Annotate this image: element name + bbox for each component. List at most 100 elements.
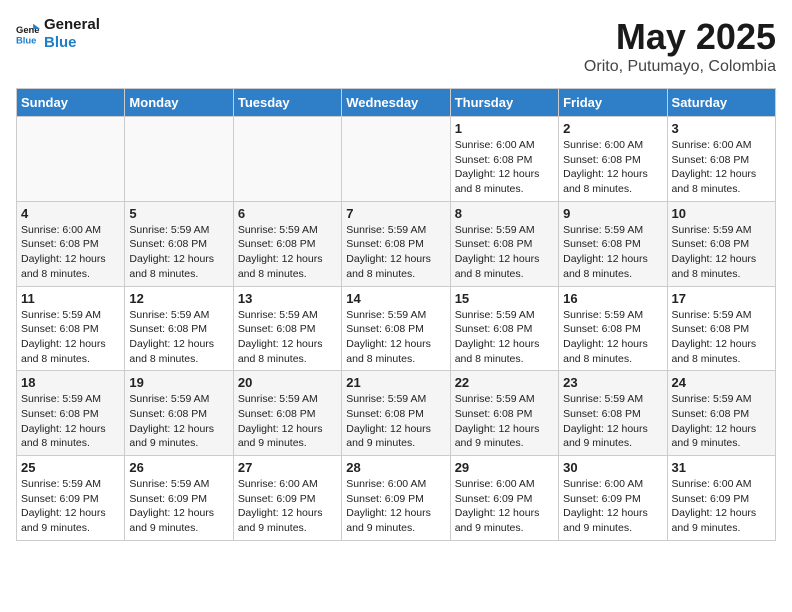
calendar-day-cell: 20Sunrise: 5:59 AM Sunset: 6:08 PM Dayli… [233, 371, 341, 456]
weekday-header: Friday [559, 89, 667, 117]
header: General Blue General Blue May 2025 Orito… [16, 16, 776, 76]
calendar-week-row: 4 Sunrise: 6:00 AM Sunset: 6:08 PM Daylig… [17, 201, 776, 286]
day-number: 31 [672, 460, 771, 475]
calendar-day-cell: 2 Sunrise: 6:00 AM Sunset: 6:08 PM Daylig… [559, 117, 667, 202]
day-info: Sunrise: 6:00 AM Sunset: 6:09 PM Dayligh… [563, 477, 662, 536]
calendar-day-cell: 8Sunrise: 5:59 AM Sunset: 6:08 PM Daylig… [450, 201, 558, 286]
day-number: 7 [346, 206, 445, 221]
calendar-day-cell: 15 Sunrise: 5:59 AM Sunset: 6:08 PM Dayli… [450, 286, 558, 371]
calendar-header-row: SundayMondayTuesdayWednesdayThursdayFrid… [17, 89, 776, 117]
calendar-day-cell: 12 Sunrise: 5:59 AM Sunset: 6:08 PM Dayli… [125, 286, 233, 371]
day-number: 26 [129, 460, 228, 475]
day-info: Sunrise: 5:59 AM Sunset: 6:08 PM Dayligh… [238, 223, 337, 282]
day-number: 9 [563, 206, 662, 221]
calendar-day-cell: 24 Sunrise: 5:59 AM Sunset: 6:08 PM Dayli… [667, 371, 775, 456]
calendar-day-cell: 21 Sunrise: 5:59 AM Sunset: 6:08 PM Dayli… [342, 371, 450, 456]
day-number: 12 [129, 291, 228, 306]
day-number: 24 [672, 375, 771, 390]
day-number: 20 [238, 375, 337, 390]
weekday-header: Monday [125, 89, 233, 117]
day-info: Sunrise: 5:59 AM Sunset: 6:08 PM Dayligh… [346, 308, 445, 367]
day-number: 21 [346, 375, 445, 390]
day-number: 2 [563, 121, 662, 136]
day-number: 10 [672, 206, 771, 221]
weekday-header: Thursday [450, 89, 558, 117]
subtitle: Orito, Putumayo, Colombia [584, 58, 776, 76]
day-info: Sunrise: 5:59 AM Sunset: 6:08 PM Dayligh… [129, 308, 228, 367]
day-number: 5 [129, 206, 228, 221]
calendar-day-cell [17, 117, 125, 202]
calendar-week-row: 1 Sunrise: 6:00 AM Sunset: 6:08 PM Daylig… [17, 117, 776, 202]
day-info: Sunrise: 5:59 AM Sunset: 6:08 PM Dayligh… [129, 223, 228, 282]
day-number: 27 [238, 460, 337, 475]
calendar-day-cell [125, 117, 233, 202]
day-number: 3 [672, 121, 771, 136]
calendar-day-cell: 14 Sunrise: 5:59 AM Sunset: 6:08 PM Dayli… [342, 286, 450, 371]
day-info: Sunrise: 5:59 AM Sunset: 6:09 PM Dayligh… [129, 477, 228, 536]
day-number: 29 [455, 460, 554, 475]
day-info: Sunrise: 5:59 AM Sunset: 6:08 PM Dayligh… [129, 392, 228, 451]
calendar-day-cell: 7 Sunrise: 5:59 AM Sunset: 6:08 PM Daylig… [342, 201, 450, 286]
svg-text:Blue: Blue [16, 34, 36, 45]
weekday-header: Sunday [17, 89, 125, 117]
calendar-day-cell: 6 Sunrise: 5:59 AM Sunset: 6:08 PM Daylig… [233, 201, 341, 286]
day-number: 22 [455, 375, 554, 390]
day-info: Sunrise: 5:59 AM Sunset: 6:09 PM Dayligh… [21, 477, 120, 536]
day-info: Sunrise: 6:00 AM Sunset: 6:09 PM Dayligh… [455, 477, 554, 536]
day-number: 28 [346, 460, 445, 475]
calendar-day-cell: 29 Sunrise: 6:00 AM Sunset: 6:09 PM Dayli… [450, 456, 558, 541]
calendar-day-cell: 3Sunrise: 6:00 AM Sunset: 6:08 PM Daylig… [667, 117, 775, 202]
calendar-day-cell: 9 Sunrise: 5:59 AM Sunset: 6:08 PM Daylig… [559, 201, 667, 286]
calendar-week-row: 11 Sunrise: 5:59 AM Sunset: 6:08 PM Dayli… [17, 286, 776, 371]
day-info: Sunrise: 6:00 AM Sunset: 6:09 PM Dayligh… [238, 477, 337, 536]
day-number: 13 [238, 291, 337, 306]
day-number: 14 [346, 291, 445, 306]
day-info: Sunrise: 6:00 AM Sunset: 6:09 PM Dayligh… [346, 477, 445, 536]
calendar-day-cell: 25 Sunrise: 5:59 AM Sunset: 6:09 PM Dayli… [17, 456, 125, 541]
calendar-day-cell: 31Sunrise: 6:00 AM Sunset: 6:09 PM Dayli… [667, 456, 775, 541]
day-info: Sunrise: 5:59 AM Sunset: 6:08 PM Dayligh… [563, 308, 662, 367]
day-number: 8 [455, 206, 554, 221]
calendar-day-cell: 28 Sunrise: 6:00 AM Sunset: 6:09 PM Dayli… [342, 456, 450, 541]
day-info: Sunrise: 5:59 AM Sunset: 6:08 PM Dayligh… [455, 392, 554, 451]
calendar-day-cell: 13 Sunrise: 5:59 AM Sunset: 6:08 PM Dayli… [233, 286, 341, 371]
calendar-day-cell: 5 Sunrise: 5:59 AM Sunset: 6:08 PM Daylig… [125, 201, 233, 286]
day-info: Sunrise: 5:59 AM Sunset: 6:08 PM Dayligh… [672, 392, 771, 451]
weekday-header: Saturday [667, 89, 775, 117]
day-info: Sunrise: 6:00 AM Sunset: 6:08 PM Dayligh… [563, 138, 662, 197]
day-info: Sunrise: 5:59 AM Sunset: 6:08 PM Dayligh… [346, 392, 445, 451]
day-number: 6 [238, 206, 337, 221]
logo: General Blue General Blue [16, 16, 100, 52]
weekday-header: Wednesday [342, 89, 450, 117]
logo-line2: Blue [44, 34, 100, 52]
calendar-day-cell: 18Sunrise: 5:59 AM Sunset: 6:08 PM Dayli… [17, 371, 125, 456]
calendar: SundayMondayTuesdayWednesdayThursdayFrid… [16, 88, 776, 541]
day-info: Sunrise: 6:00 AM Sunset: 6:08 PM Dayligh… [21, 223, 120, 282]
calendar-day-cell: 4 Sunrise: 6:00 AM Sunset: 6:08 PM Daylig… [17, 201, 125, 286]
calendar-day-cell: 1Sunrise: 6:00 AM Sunset: 6:08 PM Daylig… [450, 117, 558, 202]
calendar-week-row: 18Sunrise: 5:59 AM Sunset: 6:08 PM Dayli… [17, 371, 776, 456]
day-info: Sunrise: 5:59 AM Sunset: 6:08 PM Dayligh… [346, 223, 445, 282]
day-number: 19 [129, 375, 228, 390]
day-number: 11 [21, 291, 120, 306]
calendar-day-cell: 26 Sunrise: 5:59 AM Sunset: 6:09 PM Dayli… [125, 456, 233, 541]
day-number: 15 [455, 291, 554, 306]
month-title: May 2025 [584, 16, 776, 58]
calendar-week-row: 25 Sunrise: 5:59 AM Sunset: 6:09 PM Dayli… [17, 456, 776, 541]
day-info: Sunrise: 5:59 AM Sunset: 6:08 PM Dayligh… [563, 223, 662, 282]
day-info: Sunrise: 5:59 AM Sunset: 6:08 PM Dayligh… [455, 308, 554, 367]
logo-line1: General [44, 16, 100, 34]
day-number: 4 [21, 206, 120, 221]
day-info: Sunrise: 5:59 AM Sunset: 6:08 PM Dayligh… [238, 308, 337, 367]
day-number: 25 [21, 460, 120, 475]
day-number: 17 [672, 291, 771, 306]
calendar-day-cell: 22 Sunrise: 5:59 AM Sunset: 6:08 PM Dayli… [450, 371, 558, 456]
day-info: Sunrise: 5:59 AM Sunset: 6:08 PM Dayligh… [672, 308, 771, 367]
calendar-day-cell [342, 117, 450, 202]
day-number: 23 [563, 375, 662, 390]
day-info: Sunrise: 5:59 AM Sunset: 6:08 PM Dayligh… [672, 223, 771, 282]
day-number: 30 [563, 460, 662, 475]
title-area: May 2025 Orito, Putumayo, Colombia [584, 16, 776, 76]
day-number: 1 [455, 121, 554, 136]
day-info: Sunrise: 5:59 AM Sunset: 6:08 PM Dayligh… [563, 392, 662, 451]
